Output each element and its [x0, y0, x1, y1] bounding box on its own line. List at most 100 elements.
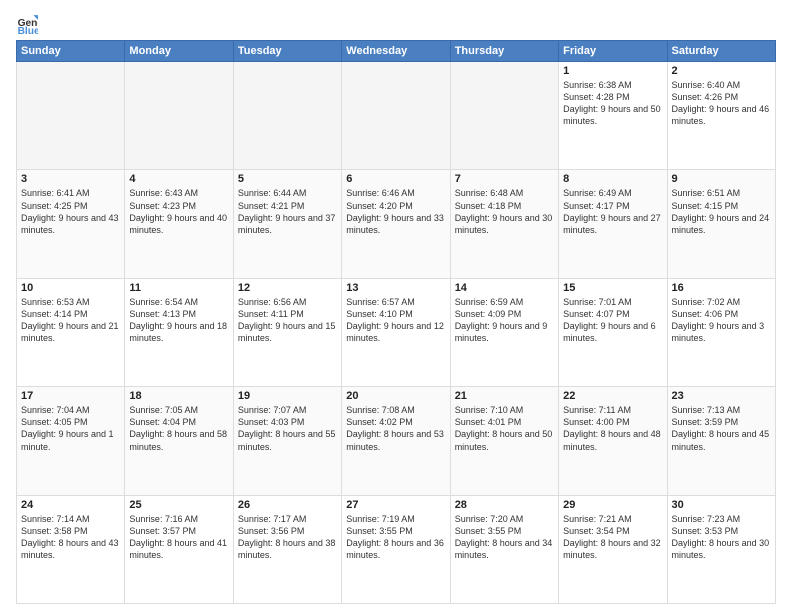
column-header-monday: Monday: [125, 41, 233, 62]
day-info: Sunrise: 6:44 AM Sunset: 4:21 PM Dayligh…: [238, 187, 337, 236]
day-info: Sunrise: 7:20 AM Sunset: 3:55 PM Dayligh…: [455, 513, 554, 562]
calendar-cell: 29 Sunrise: 7:21 AM Sunset: 3:54 PM Dayli…: [559, 495, 667, 603]
day-info: Sunrise: 7:21 AM Sunset: 3:54 PM Dayligh…: [563, 513, 662, 562]
day-info: Sunrise: 7:16 AM Sunset: 3:57 PM Dayligh…: [129, 513, 228, 562]
day-number: 20: [346, 390, 445, 402]
calendar-cell: 25 Sunrise: 7:16 AM Sunset: 3:57 PM Dayli…: [125, 495, 233, 603]
calendar-cell: 23 Sunrise: 7:13 AM Sunset: 3:59 PM Dayli…: [667, 387, 775, 495]
logo: General Blue: [16, 12, 38, 34]
calendar-cell: 1 Sunrise: 6:38 AM Sunset: 4:28 PM Daylig…: [559, 62, 667, 170]
day-info: Sunrise: 7:08 AM Sunset: 4:02 PM Dayligh…: [346, 404, 445, 453]
calendar-week-2: 10 Sunrise: 6:53 AM Sunset: 4:14 PM Dayli…: [17, 278, 776, 386]
day-info: Sunrise: 6:48 AM Sunset: 4:18 PM Dayligh…: [455, 187, 554, 236]
day-number: 18: [129, 390, 228, 402]
day-number: 15: [563, 282, 662, 294]
day-info: Sunrise: 6:59 AM Sunset: 4:09 PM Dayligh…: [455, 296, 554, 345]
day-info: Sunrise: 7:01 AM Sunset: 4:07 PM Dayligh…: [563, 296, 662, 345]
calendar-cell: 24 Sunrise: 7:14 AM Sunset: 3:58 PM Dayli…: [17, 495, 125, 603]
day-number: 24: [21, 499, 120, 511]
column-header-sunday: Sunday: [17, 41, 125, 62]
logo-icon: General Blue: [16, 12, 38, 34]
calendar-cell: [450, 62, 558, 170]
day-info: Sunrise: 6:56 AM Sunset: 4:11 PM Dayligh…: [238, 296, 337, 345]
calendar-cell: 20 Sunrise: 7:08 AM Sunset: 4:02 PM Dayli…: [342, 387, 450, 495]
day-number: 10: [21, 282, 120, 294]
day-number: 25: [129, 499, 228, 511]
day-info: Sunrise: 7:19 AM Sunset: 3:55 PM Dayligh…: [346, 513, 445, 562]
calendar-cell: 28 Sunrise: 7:20 AM Sunset: 3:55 PM Dayli…: [450, 495, 558, 603]
calendar-cell: [17, 62, 125, 170]
calendar-cell: 10 Sunrise: 6:53 AM Sunset: 4:14 PM Dayli…: [17, 278, 125, 386]
day-info: Sunrise: 6:46 AM Sunset: 4:20 PM Dayligh…: [346, 187, 445, 236]
column-header-thursday: Thursday: [450, 41, 558, 62]
calendar-header-row: SundayMondayTuesdayWednesdayThursdayFrid…: [17, 41, 776, 62]
calendar-cell: 18 Sunrise: 7:05 AM Sunset: 4:04 PM Dayli…: [125, 387, 233, 495]
day-number: 26: [238, 499, 337, 511]
calendar-cell: 14 Sunrise: 6:59 AM Sunset: 4:09 PM Dayli…: [450, 278, 558, 386]
day-info: Sunrise: 7:04 AM Sunset: 4:05 PM Dayligh…: [21, 404, 120, 453]
day-info: Sunrise: 7:02 AM Sunset: 4:06 PM Dayligh…: [672, 296, 771, 345]
calendar-cell: 5Sunrise: 6:44 AM Sunset: 4:21 PM Daylig…: [233, 170, 341, 278]
day-number: 14: [455, 282, 554, 294]
calendar-week-3: 17 Sunrise: 7:04 AM Sunset: 4:05 PM Dayli…: [17, 387, 776, 495]
day-info: Sunrise: 6:51 AM Sunset: 4:15 PM Dayligh…: [672, 187, 771, 236]
calendar-cell: 7 Sunrise: 6:48 AM Sunset: 4:18 PM Daylig…: [450, 170, 558, 278]
calendar-cell: 16 Sunrise: 7:02 AM Sunset: 4:06 PM Dayli…: [667, 278, 775, 386]
day-number: 16: [672, 282, 771, 294]
calendar-week-0: 1 Sunrise: 6:38 AM Sunset: 4:28 PM Daylig…: [17, 62, 776, 170]
calendar-cell: 11Sunrise: 6:54 AM Sunset: 4:13 PM Dayli…: [125, 278, 233, 386]
day-number: 7: [455, 173, 554, 185]
day-number: 29: [563, 499, 662, 511]
calendar-cell: 9 Sunrise: 6:51 AM Sunset: 4:15 PM Daylig…: [667, 170, 775, 278]
calendar-cell: 17 Sunrise: 7:04 AM Sunset: 4:05 PM Dayli…: [17, 387, 125, 495]
day-info: Sunrise: 7:14 AM Sunset: 3:58 PM Dayligh…: [21, 513, 120, 562]
day-number: 12: [238, 282, 337, 294]
calendar-cell: 27 Sunrise: 7:19 AM Sunset: 3:55 PM Dayli…: [342, 495, 450, 603]
calendar-cell: [233, 62, 341, 170]
day-info: Sunrise: 6:43 AM Sunset: 4:23 PM Dayligh…: [129, 187, 228, 236]
day-number: 28: [455, 499, 554, 511]
day-info: Sunrise: 6:40 AM Sunset: 4:26 PM Dayligh…: [672, 79, 771, 128]
day-number: 1: [563, 65, 662, 77]
page: General Blue SundayMondayTuesdayWednesda…: [0, 0, 792, 612]
day-number: 2: [672, 65, 771, 77]
calendar-body: 1 Sunrise: 6:38 AM Sunset: 4:28 PM Daylig…: [17, 62, 776, 604]
calendar-table: SundayMondayTuesdayWednesdayThursdayFrid…: [16, 40, 776, 604]
calendar-week-4: 24 Sunrise: 7:14 AM Sunset: 3:58 PM Dayli…: [17, 495, 776, 603]
day-info: Sunrise: 6:49 AM Sunset: 4:17 PM Dayligh…: [563, 187, 662, 236]
day-info: Sunrise: 6:57 AM Sunset: 4:10 PM Dayligh…: [346, 296, 445, 345]
calendar-week-1: 3 Sunrise: 6:41 AM Sunset: 4:25 PM Daylig…: [17, 170, 776, 278]
column-header-saturday: Saturday: [667, 41, 775, 62]
day-info: Sunrise: 6:38 AM Sunset: 4:28 PM Dayligh…: [563, 79, 662, 128]
calendar-cell: 13 Sunrise: 6:57 AM Sunset: 4:10 PM Dayli…: [342, 278, 450, 386]
day-number: 27: [346, 499, 445, 511]
svg-text:Blue: Blue: [18, 26, 38, 34]
calendar-cell: [125, 62, 233, 170]
calendar-cell: 30Sunrise: 7:23 AM Sunset: 3:53 PM Dayli…: [667, 495, 775, 603]
day-number: 23: [672, 390, 771, 402]
calendar-cell: 21 Sunrise: 7:10 AM Sunset: 4:01 PM Dayli…: [450, 387, 558, 495]
day-number: 30: [672, 499, 771, 511]
calendar-cell: 19Sunrise: 7:07 AM Sunset: 4:03 PM Dayli…: [233, 387, 341, 495]
calendar-cell: 22Sunrise: 7:11 AM Sunset: 4:00 PM Dayli…: [559, 387, 667, 495]
day-number: 6: [346, 173, 445, 185]
day-info: Sunrise: 6:53 AM Sunset: 4:14 PM Dayligh…: [21, 296, 120, 345]
calendar-cell: 3 Sunrise: 6:41 AM Sunset: 4:25 PM Daylig…: [17, 170, 125, 278]
calendar-cell: 4 Sunrise: 6:43 AM Sunset: 4:23 PM Daylig…: [125, 170, 233, 278]
calendar-cell: [342, 62, 450, 170]
calendar-cell: 2 Sunrise: 6:40 AM Sunset: 4:26 PM Daylig…: [667, 62, 775, 170]
day-number: 17: [21, 390, 120, 402]
day-number: 3: [21, 173, 120, 185]
day-number: 21: [455, 390, 554, 402]
day-number: 13: [346, 282, 445, 294]
calendar-cell: 12 Sunrise: 6:56 AM Sunset: 4:11 PM Dayli…: [233, 278, 341, 386]
day-number: 11: [129, 282, 228, 294]
day-info: Sunrise: 7:17 AM Sunset: 3:56 PM Dayligh…: [238, 513, 337, 562]
calendar-cell: 26 Sunrise: 7:17 AM Sunset: 3:56 PM Dayli…: [233, 495, 341, 603]
day-info: Sunrise: 6:41 AM Sunset: 4:25 PM Dayligh…: [21, 187, 120, 236]
day-info: Sunrise: 7:13 AM Sunset: 3:59 PM Dayligh…: [672, 404, 771, 453]
day-info: Sunrise: 7:10 AM Sunset: 4:01 PM Dayligh…: [455, 404, 554, 453]
day-number: 4: [129, 173, 228, 185]
day-info: Sunrise: 7:05 AM Sunset: 4:04 PM Dayligh…: [129, 404, 228, 453]
day-number: 9: [672, 173, 771, 185]
